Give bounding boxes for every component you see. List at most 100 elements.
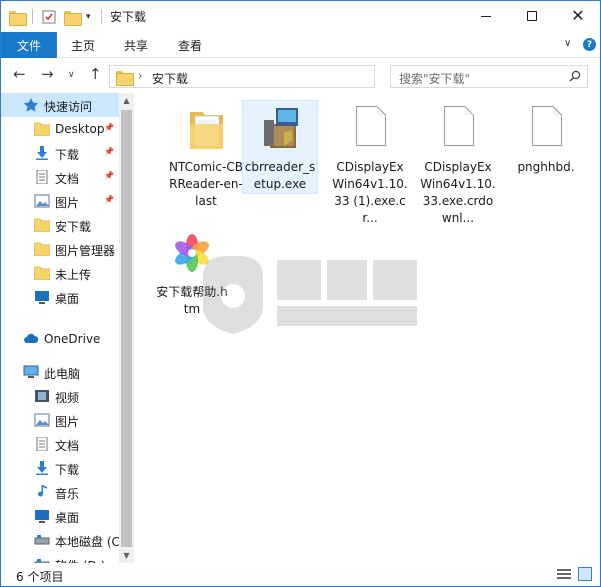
recent-locations-chevron-icon[interactable]: ∨ <box>68 71 75 80</box>
maximize-icon <box>527 11 537 21</box>
sidebar-item[interactable]: 软件 (D:) <box>1 552 119 563</box>
scroll-up-icon[interactable]: ▲ <box>119 93 134 108</box>
file-item[interactable]: CDisplayExWin64v1.10.33.exe.crdownl... <box>420 101 496 227</box>
item-count: 6 个项目 <box>16 570 64 584</box>
window-title: 安下载 <box>110 10 147 24</box>
sidebar-item[interactable]: 视频 <box>1 384 119 408</box>
sidebar-item-label: 视频 <box>55 391 80 405</box>
drive-icon <box>34 533 50 547</box>
sidebar-item[interactable]: 桌面 <box>1 504 119 528</box>
document-icon <box>34 169 50 185</box>
explorer-window: ▾ 安下载 ✕ 文件 主页 共享 查看 ∨ ? ← → ∨ ↑ › 安下载 ∨ … <box>0 0 601 587</box>
navigation-pane: 快速访问 Desktop 📌 下载 📌 文档 📌 图片 📌 安下载 图片管理器 未上传 桌面 OneDri… <box>1 93 119 563</box>
breadcrumb[interactable]: 安下载 <box>152 70 188 87</box>
picture-icon <box>34 194 50 208</box>
sidebar-item[interactable]: 下载 📌 <box>1 141 119 165</box>
address-bar[interactable]: › 安下载 ∨ ↻ <box>109 65 475 88</box>
music-icon <box>34 485 50 499</box>
ribbon-tabs: 文件 主页 共享 查看 ∨ ? <box>1 32 600 58</box>
sidebar-item[interactable]: 图片 📌 <box>1 189 119 213</box>
status-bar: 6 个项目 <box>1 563 600 586</box>
details-view-icon[interactable] <box>557 569 571 580</box>
title-bar: ▾ 安下载 ✕ <box>1 1 600 32</box>
blank-document-icon <box>434 104 482 156</box>
properties-icon[interactable] <box>41 8 57 26</box>
address-folder-icon <box>116 71 134 86</box>
sidebar-item[interactable]: 此电脑 <box>1 360 119 384</box>
minimize-icon <box>481 15 491 17</box>
up-arrow-icon[interactable]: ↑ <box>89 67 102 82</box>
address-row: ← → ∨ ↑ › 安下载 ∨ ↻ 搜索"安下载" <box>1 59 600 93</box>
sidebar-item[interactable]: 桌面 <box>1 285 119 309</box>
download-icon <box>34 461 50 475</box>
tab-file[interactable]: 文件 <box>1 32 57 58</box>
minimize-button[interactable] <box>463 1 509 31</box>
large-icons-view-icon[interactable] <box>578 567 592 581</box>
file-item[interactable]: pnghhbd. <box>508 101 584 176</box>
sidebar-item-label: OneDrive <box>44 332 101 346</box>
sidebar-item[interactable]: Desktop 📌 <box>1 117 119 141</box>
blank-document-icon <box>346 104 394 156</box>
sidebar-item[interactable]: 文档 <box>1 432 119 456</box>
sidebar-item[interactable]: 安下载 <box>1 213 119 237</box>
file-name: NTComic-CBRReader-en-last <box>169 160 243 208</box>
new-folder-icon[interactable] <box>64 8 82 26</box>
pin-icon: 📌 <box>104 171 114 180</box>
back-arrow-icon[interactable]: ← <box>13 67 26 82</box>
file-name: CDisplayExWin64v1.10.33.exe.crdownl... <box>420 160 496 225</box>
scroll-down-icon[interactable]: ▼ <box>119 548 134 563</box>
star-icon <box>23 98 39 112</box>
sidebar-item-label: 图片 <box>55 415 80 429</box>
window-folder-icon <box>9 8 27 26</box>
folder-icon <box>182 104 230 156</box>
sidebar-item[interactable]: 未上传 <box>1 261 119 285</box>
file-item[interactable]: 安下载帮助.htm <box>154 226 230 318</box>
search-icon[interactable] <box>569 70 581 82</box>
help-icon[interactable]: ? <box>583 38 596 51</box>
file-name: pnghhbd. <box>517 160 575 174</box>
file-item[interactable]: cbrreader_setup.exe <box>242 100 318 194</box>
search-input[interactable]: 搜索"安下载" <box>390 65 588 88</box>
tab-home[interactable]: 主页 <box>71 32 95 58</box>
sidebar-item-label: 此电脑 <box>44 367 81 381</box>
scrollbar-thumb[interactable] <box>121 110 132 547</box>
download-icon <box>34 146 50 160</box>
customize-toolbar-chevron-icon[interactable]: ▾ <box>86 8 91 26</box>
expand-ribbon-chevron-icon[interactable]: ∨ <box>564 38 571 49</box>
sidebar-item[interactable]: 文档 📌 <box>1 165 119 189</box>
cloud-icon <box>23 332 39 346</box>
sidebar-item[interactable]: 音乐 <box>1 480 119 504</box>
close-button[interactable]: ✕ <box>555 1 600 31</box>
sidebar-item[interactable]: 图片 <box>1 408 119 432</box>
toolbar-divider <box>101 9 102 24</box>
tab-view[interactable]: 查看 <box>178 32 202 58</box>
pin-icon: 📌 <box>104 123 114 132</box>
sidebar-item-label: 图片管理器 <box>55 244 116 258</box>
document-icon <box>34 436 50 452</box>
toolbar-divider <box>32 9 33 24</box>
sidebar-item[interactable]: 图片管理器 <box>1 237 119 261</box>
file-name: cbrreader_setup.exe <box>244 160 316 191</box>
sidebar-item-label: 安下载 <box>55 220 92 234</box>
file-name: 安下载帮助.htm <box>156 285 228 316</box>
forward-arrow-icon[interactable]: → <box>41 67 54 82</box>
sidebar-item[interactable]: OneDrive <box>1 327 119 351</box>
breadcrumb-separator-icon[interactable]: › <box>138 69 142 82</box>
sidebar-item[interactable]: 快速访问 <box>1 93 119 117</box>
sidebar-item-label: 下载 <box>55 148 80 162</box>
blank-document-icon <box>522 104 570 156</box>
sidebar-item-label: 桌面 <box>55 511 80 525</box>
maximize-button[interactable] <box>509 1 555 31</box>
video-icon <box>34 389 50 403</box>
file-item[interactable]: CDisplayExWin64v1.10.33 (1).exe.cr... <box>332 101 408 227</box>
sidebar-item-label: 本地磁盘 (C <box>55 535 119 549</box>
sidebar-item-label: 图片 <box>55 196 80 210</box>
file-item[interactable]: NTComic-CBRReader-en-last <box>168 101 244 210</box>
tab-share[interactable]: 共享 <box>124 32 148 58</box>
sidebar-item[interactable]: 本地磁盘 (C <box>1 528 119 552</box>
folder-icon <box>33 122 51 137</box>
sidebar-item[interactable]: 下载 <box>1 456 119 480</box>
sidebar-item-label: 下载 <box>55 463 80 477</box>
sidebar-item-label: Desktop <box>55 122 105 136</box>
navigation-scrollbar[interactable]: ▲ ▼ <box>119 93 134 563</box>
